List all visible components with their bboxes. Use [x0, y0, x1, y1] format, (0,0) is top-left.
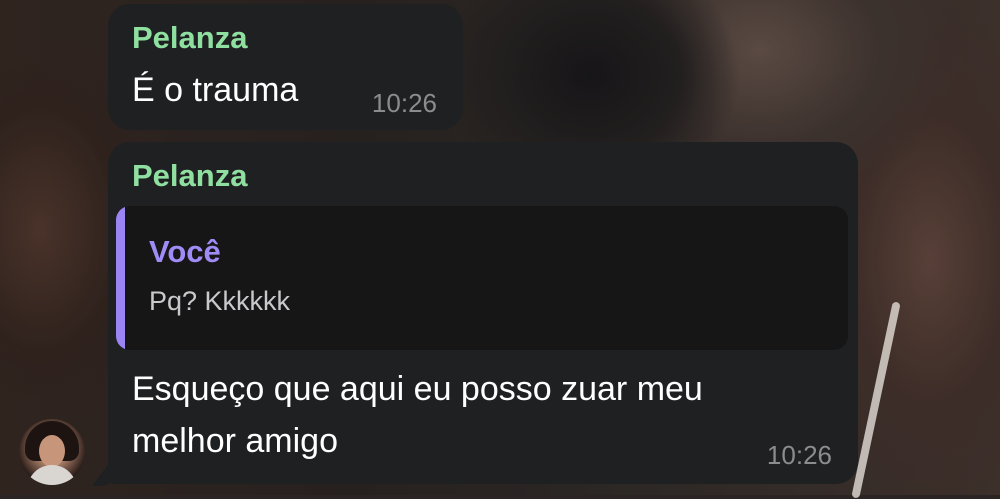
sender-avatar[interactable] — [19, 419, 85, 485]
avatar-body — [27, 465, 77, 485]
reply-sender: Você — [149, 234, 221, 269]
quoted-reply[interactable]: Você Pq? Kkkkkk — [116, 206, 848, 350]
avatar-face — [39, 435, 65, 467]
message-bubble[interactable]: Pelanza É o trauma 10:26 — [108, 4, 463, 130]
reply-accent-bar — [116, 206, 125, 350]
message-sender[interactable]: Pelanza — [132, 20, 247, 56]
message-text-line: Esqueço que aqui eu posso zuar meu — [132, 370, 703, 408]
message-sender[interactable]: Pelanza — [132, 158, 247, 194]
message-text: Esqueço que aqui eu posso zuar meu melho… — [132, 363, 703, 467]
message-timestamp: 10:26 — [766, 440, 832, 470]
message-bubble[interactable]: Pelanza Você Pq? Kkkkkk Esqueço que aqui… — [108, 142, 858, 484]
message-text-line: melhor amigo — [132, 422, 338, 460]
message-text: É o trauma — [132, 71, 299, 109]
message-timestamp: 10:26 — [371, 88, 437, 118]
reply-text: Pq? Kkkkkk — [149, 286, 291, 316]
